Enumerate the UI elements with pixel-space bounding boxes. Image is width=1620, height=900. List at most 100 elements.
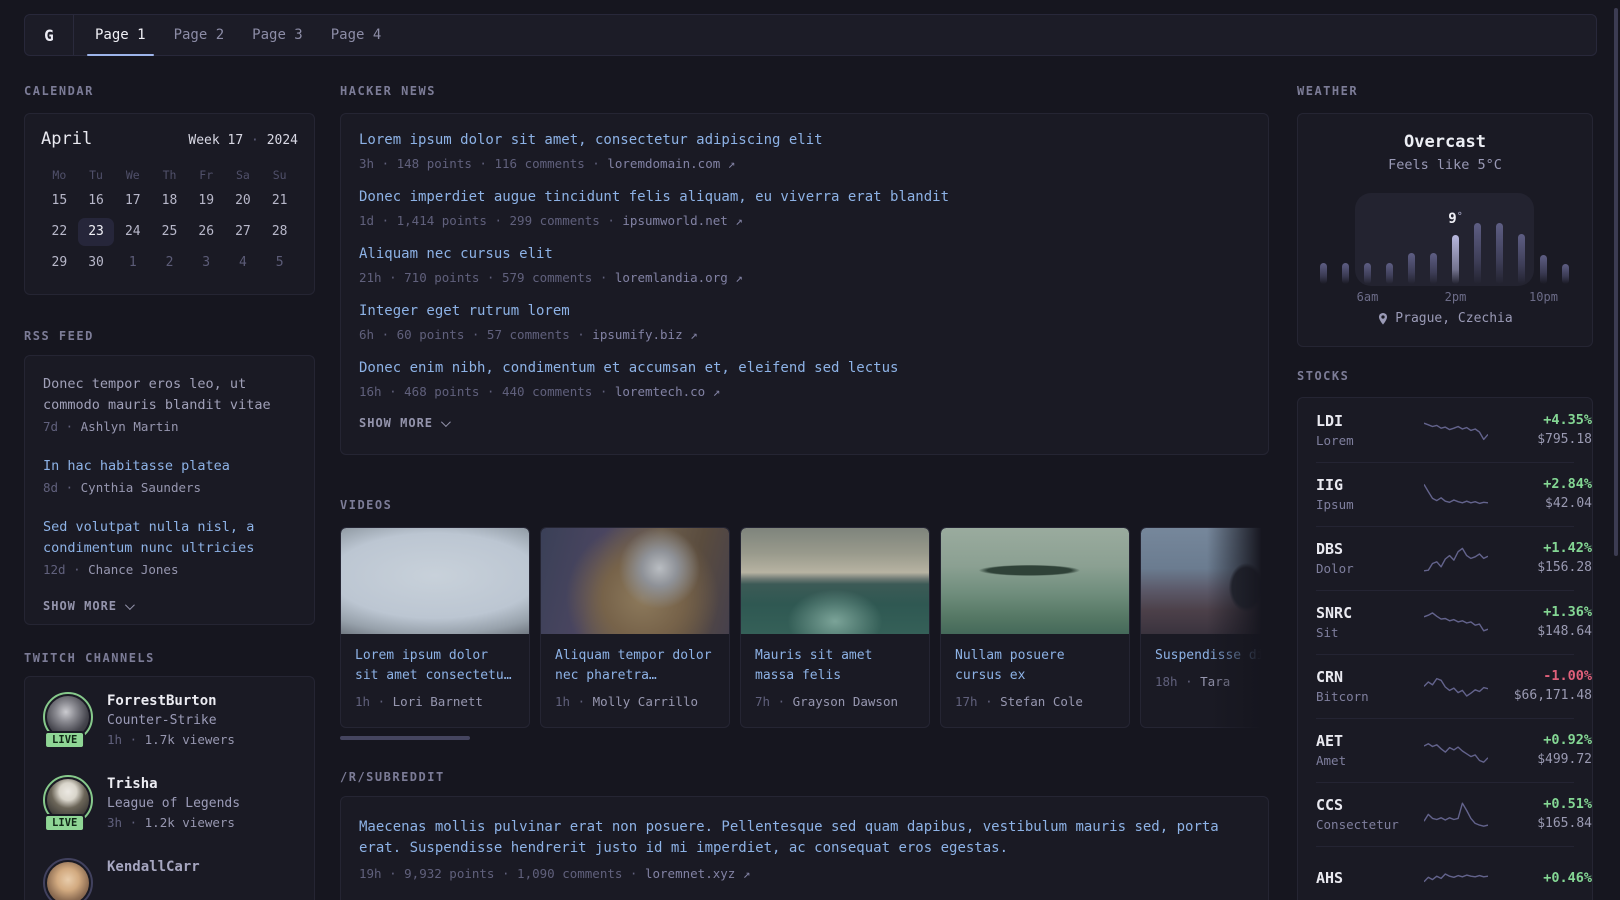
video-title[interactable]: Nullam posuere cursus ex — [955, 646, 1115, 686]
calendar-day[interactable]: 25 — [151, 218, 188, 246]
stock-row-aet[interactable]: AET Amet +0.92% $499.72 — [1298, 718, 1592, 782]
videos-section-label: VIDEOS — [340, 498, 393, 512]
stock-row-crn[interactable]: CRN Bitcorn -1.00% $66,171.48 — [1298, 654, 1592, 718]
post-meta: 19h · 9,932 points · 1,090 comments · lo… — [359, 865, 1250, 882]
hn-story-title[interactable]: Integer eget rutrum lorem — [359, 302, 1250, 321]
calendar-day[interactable]: 26 — [188, 218, 225, 246]
calendar-day[interactable]: 19 — [188, 187, 225, 215]
meta-text: 3h · — [107, 815, 145, 830]
app-logo[interactable]: G — [25, 15, 73, 55]
story-domain-link[interactable]: loremnet.xyz — [645, 866, 743, 881]
calendar-day[interactable]: 17 — [114, 187, 151, 215]
calendar-day[interactable]: 5 — [261, 249, 298, 277]
hn-story-meta: 16h · 468 points · 440 comments · loremt… — [359, 383, 1250, 400]
chevron-down-icon — [124, 599, 135, 610]
tab-page-1[interactable]: Page 1 — [81, 15, 160, 56]
weather-bar — [1496, 223, 1503, 284]
twitch-channel[interactable]: LIVE ForrestBurton Counter-Strike 1h · 1.7k… — [43, 692, 296, 749]
calendar-day[interactable]: 30 — [78, 249, 115, 277]
story-domain-link[interactable]: loremlandia.org — [615, 270, 735, 285]
show-more-button[interactable]: SHOW MORE — [43, 599, 296, 613]
calendar-day[interactable]: 21 — [261, 187, 298, 215]
stock-row-dbs[interactable]: DBS Dolor +1.42% $156.28 — [1298, 526, 1592, 590]
tab-page-2[interactable]: Page 2 — [160, 15, 239, 55]
weather-bar — [1320, 263, 1327, 284]
calendar-day[interactable]: 16 — [78, 187, 115, 215]
channel-name[interactable]: KendallCarr — [107, 858, 200, 877]
calendar-day[interactable]: 24 — [114, 218, 151, 246]
calendar-selected-day[interactable]: 23 — [77, 218, 115, 246]
rss-item-title[interactable]: In hac habitasse platea — [43, 456, 296, 477]
calendar-grid: Mo Tu We Th Fr Sa Su 15 16 17 18 19 20 21 22 23 24 25 26 27… — [41, 166, 298, 277]
rss-feed-widget: Donec tempor eros leo, ut commodo mauris… — [24, 355, 315, 625]
calendar-day[interactable]: 29 — [41, 249, 78, 277]
video-title[interactable]: Suspendisse diam — [1155, 646, 1269, 666]
degree-symbol: ° — [1456, 211, 1463, 222]
post-title[interactable]: Maecenas mollis pulvinar erat non posuer… — [359, 817, 1229, 859]
stock-change: +0.46% — [1543, 869, 1592, 886]
page-scrollbar-thumb[interactable] — [1614, 8, 1618, 556]
video-card[interactable]: Aliquam tempor dolor nec pharetra… 1h · M… — [540, 527, 730, 728]
calendar-day[interactable]: 2 — [151, 249, 188, 277]
stock-row-ahs[interactable]: AHS +0.46% — [1298, 846, 1592, 900]
stock-row-snrc[interactable]: SNRC Sit +1.36% $148.64 — [1298, 590, 1592, 654]
show-more-button[interactable]: SHOW MORE — [359, 416, 1250, 430]
channel-name[interactable]: Trisha — [107, 775, 240, 794]
rss-item-title[interactable]: Donec tempor eros leo, ut commodo mauris… — [43, 374, 296, 416]
stock-name: Dolor — [1316, 560, 1354, 576]
story-domain-link[interactable]: loremdomain.com — [607, 156, 727, 171]
twitch-channel[interactable]: KendallCarr — [43, 858, 296, 900]
left-column: CALENDAR April Week 17 · 2024 Mo Tu We Th Fr… — [24, 85, 315, 900]
calendar-day[interactable]: 15 — [41, 187, 78, 215]
calendar-day[interactable]: 27 — [225, 218, 262, 246]
stock-sparkline — [1424, 612, 1488, 632]
story-domain-link[interactable]: loremtech.co — [615, 384, 713, 399]
story-domain-link[interactable]: ipsumify.biz — [592, 327, 690, 342]
video-caption: Aliquam tempor dolor nec pharetra… 1h · M… — [541, 634, 729, 722]
channel-info: Trisha League of Legends 3h · 1.2k viewers — [107, 775, 240, 832]
stock-row-ccs[interactable]: CCS Consectetur +0.51% $165.84 — [1298, 782, 1592, 846]
weather-bar — [1540, 255, 1547, 284]
calendar-day[interactable]: 18 — [151, 187, 188, 215]
avatar-ring — [43, 858, 93, 900]
tab-page-3[interactable]: Page 3 — [238, 15, 317, 55]
calendar-day[interactable]: 20 — [225, 187, 262, 215]
video-card[interactable]: Lorem ipsum dolor sit amet consectetu… 1h… — [340, 527, 530, 728]
weather-bar — [1342, 263, 1349, 284]
channel-meta: 3h · 1.2k viewers — [107, 813, 240, 832]
tab-page-4[interactable]: Page 4 — [317, 15, 396, 55]
rss-item-title[interactable]: Sed volutpat nulla nisl, a condimentum n… — [43, 517, 296, 559]
video-card[interactable]: Suspendisse diam 18h · Tara — [1140, 527, 1269, 728]
hn-story-title[interactable]: Donec enim nibh, condimentum et accumsan… — [359, 359, 1250, 378]
calendar-day[interactable]: 4 — [225, 249, 262, 277]
stock-row-ldi[interactable]: LDI Lorem +4.35% $795.18 — [1298, 398, 1592, 462]
video-title[interactable]: Lorem ipsum dolor sit amet consectetu… — [355, 646, 515, 686]
video-title[interactable]: Aliquam tempor dolor nec pharetra… — [555, 646, 715, 686]
daylight-highlight — [1355, 193, 1534, 286]
external-link-icon: ↗ — [742, 866, 751, 881]
calendar-day[interactable]: 22 — [41, 218, 78, 246]
video-title[interactable]: Mauris sit amet massa felis — [755, 646, 915, 686]
story-domain-link[interactable]: ipsumworld.net — [622, 213, 735, 228]
stock-ticker: DBS — [1316, 539, 1344, 558]
channel-meta: 1h · 1.7k viewers — [107, 730, 235, 749]
stock-name: Sit — [1316, 624, 1339, 640]
meta-author: Molly Carrillo — [592, 694, 698, 709]
calendar-day[interactable]: 3 — [188, 249, 225, 277]
video-card[interactable]: Mauris sit amet massa felis 7h · Grayson … — [740, 527, 930, 728]
calendar-day[interactable]: 28 — [261, 218, 298, 246]
stock-change: -1.00% — [1543, 668, 1592, 684]
hn-story-title[interactable]: Lorem ipsum dolor sit amet, consectetur … — [359, 131, 1250, 150]
calendar-widget: April Week 17 · 2024 Mo Tu We Th Fr Sa Su 15 16 1… — [24, 113, 315, 295]
video-card[interactable]: Nullam posuere cursus ex 17h · Stefan Col… — [940, 527, 1130, 728]
twitch-channel[interactable]: LIVE Trisha League of Legends 3h · 1.2k vie… — [43, 775, 296, 832]
hn-story-title[interactable]: Aliquam nec cursus elit — [359, 245, 1250, 264]
weather-location-row[interactable]: Prague, Czechia — [1298, 311, 1592, 326]
hn-story-title[interactable]: Donec imperdiet augue tincidunt felis al… — [359, 188, 1250, 207]
stock-row-iig[interactable]: IIG Ipsum +2.84% $42.04 — [1298, 462, 1592, 526]
videos-scrollbar-thumb[interactable] — [340, 736, 470, 740]
stock-ticker: CCS — [1316, 795, 1344, 814]
calendar-day[interactable]: 1 — [114, 249, 151, 277]
channel-name[interactable]: ForrestBurton — [107, 692, 235, 711]
hn-story-meta: 21h · 710 points · 579 comments · loreml… — [359, 269, 1250, 286]
